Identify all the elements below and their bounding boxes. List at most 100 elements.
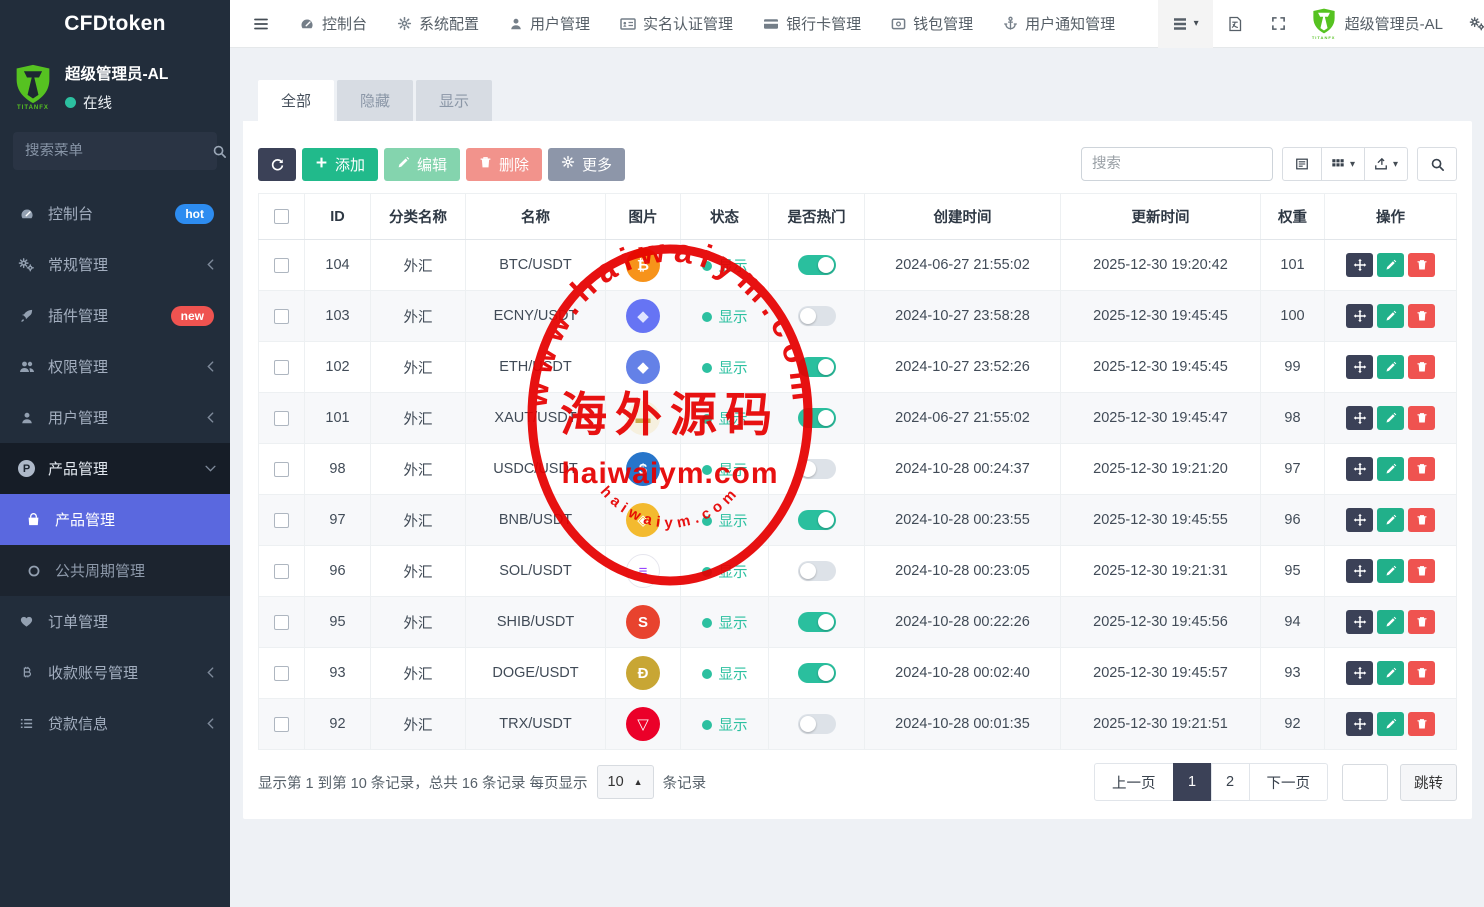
topnav-item-1[interactable]: 系统配置 [382,0,494,48]
row-delete-button[interactable] [1408,712,1435,736]
settings-button[interactable] [1455,0,1484,48]
row-delete-button[interactable] [1408,610,1435,634]
search-button[interactable] [1417,147,1457,181]
topnav-admin[interactable]: TITANFX 超级管理员-AL [1300,8,1455,40]
delete-button[interactable]: 删除 [466,148,542,181]
sidebar-item-0[interactable]: 控制台hot [0,188,230,239]
row-checkbox[interactable] [274,615,289,630]
row-move-button[interactable] [1346,253,1373,277]
row-checkbox[interactable] [274,666,289,681]
hot-toggle[interactable] [798,357,836,377]
row-edit-button[interactable] [1377,610,1404,634]
row-move-button[interactable] [1346,559,1373,583]
tab-0[interactable]: 全部 [258,80,334,121]
per-page-select[interactable]: 10 ▲ [597,765,654,799]
row-move-button[interactable] [1346,355,1373,379]
hot-toggle[interactable] [798,714,836,734]
topnav-item-6[interactable]: 用户通知管理 [988,0,1130,48]
row-checkbox[interactable] [274,564,289,579]
sidebar-item-5[interactable]: P产品管理 [0,443,230,494]
row-edit-button[interactable] [1377,559,1404,583]
row-checkbox[interactable] [274,309,289,324]
more-button[interactable]: 更多 [548,148,625,181]
tab-2[interactable]: 显示 [416,80,492,121]
sidebar-item-7[interactable]: 公共周期管理 [0,545,230,596]
row-delete-button[interactable] [1408,457,1435,481]
sidebar-item-8[interactable]: 订单管理 [0,596,230,647]
prev-page-button[interactable]: 上一页 [1094,763,1174,801]
topnav-item-3[interactable]: 实名认证管理 [605,0,748,48]
sidebar-item-2[interactable]: 插件管理new [0,290,230,341]
page-button-2[interactable]: 2 [1211,763,1250,801]
sidebar-item-1[interactable]: 常规管理 [0,239,230,290]
row-checkbox[interactable] [274,360,289,375]
hot-toggle[interactable] [798,663,836,683]
row-delete-button[interactable] [1408,406,1435,430]
row-move-button[interactable] [1346,508,1373,532]
hot-toggle[interactable] [798,612,836,632]
next-page-button[interactable]: 下一页 [1249,763,1329,801]
sidebar-item-3[interactable]: 权限管理 [0,341,230,392]
sidebar-item-6[interactable]: 产品管理 [0,494,230,545]
jump-button[interactable]: 跳转 [1400,764,1457,801]
row-edit-button[interactable] [1377,355,1404,379]
columns-button[interactable]: ▾ [1321,147,1365,181]
row-checkbox[interactable] [274,411,289,426]
hot-toggle[interactable] [798,255,836,275]
row-edit-button[interactable] [1377,508,1404,532]
hot-toggle[interactable] [798,306,836,326]
row-delete-button[interactable] [1408,253,1435,277]
row-move-button[interactable] [1346,610,1373,634]
topnav-item-0[interactable]: 控制台 [284,0,382,48]
row-edit-button[interactable] [1377,304,1404,328]
fullscreen-button[interactable] [1257,0,1300,48]
row-delete-button[interactable] [1408,304,1435,328]
products-table: ID分类名称名称图片状态是否热门创建时间更新时间权重操作 104外汇BTC/US… [258,193,1457,750]
row-edit-button[interactable] [1377,406,1404,430]
row-checkbox[interactable] [274,462,289,477]
row-move-button[interactable] [1346,661,1373,685]
topnav-item-4[interactable]: 银行卡管理 [748,0,876,48]
row-checkbox[interactable] [274,513,289,528]
row-edit-button[interactable] [1377,712,1404,736]
sidebar-item-9[interactable]: 收款账号管理 [0,647,230,698]
menu-toggle-button[interactable] [238,16,284,32]
table-search-input[interactable] [1081,147,1273,181]
row-checkbox[interactable] [274,258,289,273]
row-move-button[interactable] [1346,457,1373,481]
row-move-button[interactable] [1346,712,1373,736]
row-edit-button[interactable] [1377,457,1404,481]
online-status: 在线 [65,92,168,113]
row-delete-button[interactable] [1408,508,1435,532]
page-jump-input[interactable] [1342,764,1388,801]
edit-button[interactable]: 编辑 [384,148,460,181]
cell-name: TRX/USDT [466,699,606,750]
topnav-item-5[interactable]: 钱包管理 [876,0,988,48]
tab-1[interactable]: 隐藏 [337,80,413,121]
topnav-item-2[interactable]: 用户管理 [494,0,605,48]
add-button[interactable]: 添加 [302,148,378,181]
sidebar-item-4[interactable]: 用户管理 [0,392,230,443]
sidebar-search-input[interactable] [25,143,212,159]
row-checkbox[interactable] [274,717,289,732]
sidebar-item-10[interactable]: 贷款信息 [0,698,230,749]
select-all-checkbox[interactable] [274,209,289,224]
language-button[interactable] [1213,0,1257,48]
row-edit-button[interactable] [1377,661,1404,685]
refresh-button[interactable] [258,148,296,181]
hot-toggle[interactable] [798,561,836,581]
export-button[interactable]: ▾ [1364,147,1408,181]
row-move-button[interactable] [1346,406,1373,430]
page-button-1[interactable]: 1 [1173,763,1212,801]
hot-toggle[interactable] [798,510,836,530]
row-move-button[interactable] [1346,304,1373,328]
quick-menu-dropdown[interactable]: ▾ [1158,0,1213,48]
hot-toggle[interactable] [798,408,836,428]
row-edit-button[interactable] [1377,253,1404,277]
row-delete-button[interactable] [1408,559,1435,583]
row-delete-button[interactable] [1408,661,1435,685]
trx-coin-icon: ▽ [626,707,660,741]
row-delete-button[interactable] [1408,355,1435,379]
detail-view-button[interactable] [1282,147,1322,181]
hot-toggle[interactable] [798,459,836,479]
